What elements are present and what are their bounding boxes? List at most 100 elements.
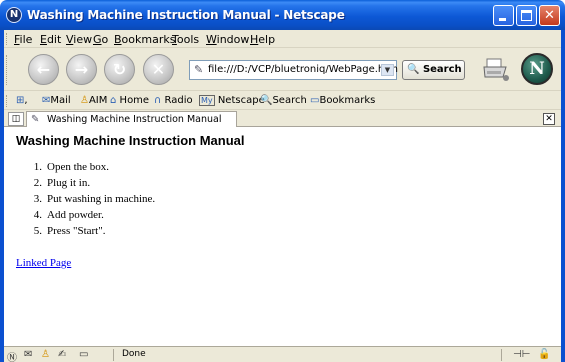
menu-label: ools <box>176 33 200 46</box>
search-link[interactable]: 🔍Search <box>260 95 307 106</box>
address-book-icon[interactable]: ▭ <box>79 349 88 360</box>
search-icon: 🔍 <box>260 95 273 106</box>
close-tab-button[interactable]: ✕ <box>543 113 555 125</box>
stop-button[interactable]: ✕ <box>143 54 174 85</box>
home-button[interactable]: ⌂ Home <box>110 95 149 106</box>
personal-toolbar: ⊞, ✉Mail ♙AIM ⌂ Home ∩ Radio My Netscape… <box>4 92 561 110</box>
aim-icon[interactable]: ♙ <box>41 349 50 360</box>
page-proxy-icon[interactable]: ✎ <box>194 63 203 76</box>
access-key: G <box>93 33 102 46</box>
step-text: Add powder. <box>47 209 104 221</box>
menu-go[interactable]: Go <box>93 33 108 46</box>
minimize-button[interactable] <box>493 5 514 26</box>
maximize-button[interactable] <box>516 5 537 26</box>
page-content: Washing Machine Instruction Manual 1. Ope… <box>4 127 561 346</box>
search-link-label: Search <box>272 95 307 106</box>
url-dropdown-button[interactable]: ▼ <box>381 64 394 76</box>
step-number: 5. <box>33 225 42 237</box>
list-item: 4. Add powder. <box>26 209 155 225</box>
menu-label: iew <box>73 33 93 46</box>
menu-tools[interactable]: Tools <box>172 33 199 46</box>
maximize-icon <box>521 10 532 21</box>
menu-label: ookmarks <box>121 33 176 46</box>
step-number: 2. <box>33 177 42 189</box>
online-status-icon[interactable]: ⊣⊢ <box>513 349 530 360</box>
close-button[interactable]: ✕ <box>539 5 560 26</box>
linked-page-link[interactable]: Linked Page <box>16 257 71 269</box>
access-key: B <box>114 33 122 46</box>
menu-bookmarks[interactable]: Bookmarks <box>114 33 175 46</box>
close-icon: ✕ <box>544 8 555 23</box>
menu-label: indow <box>216 33 250 46</box>
new-tab-button[interactable]: ◫ <box>8 112 24 126</box>
bookmarks-label: Bookmarks <box>319 95 376 106</box>
step-text: Plug it in. <box>47 177 91 189</box>
netscape-icon[interactable]: N <box>6 7 22 23</box>
print-icon[interactable] <box>481 57 511 83</box>
netscape-button[interactable]: My Netscape <box>199 95 265 106</box>
home-icon: ⌂ <box>110 95 117 106</box>
list-item: 3. Put washing in machine. <box>26 193 155 209</box>
page-heading: Washing Machine Instruction Manual <box>16 133 245 148</box>
chevron-down-icon: ▼ <box>384 66 391 74</box>
composer-icon[interactable]: ✍ <box>58 349 66 360</box>
list-item: 1. Open the box. <box>26 161 155 177</box>
reload-icon: ↻ <box>112 60 127 79</box>
search-button-label: Search <box>422 64 462 75</box>
new-tab-icon: ◫ <box>11 114 21 124</box>
menu-help[interactable]: Help <box>250 33 275 46</box>
menu-view[interactable]: View <box>66 33 92 46</box>
step-number: 3. <box>33 193 42 205</box>
radio-label: Radio <box>164 95 193 106</box>
toolbar-grip[interactable] <box>6 95 9 107</box>
security-lock-icon[interactable]: 🔓 <box>538 349 550 360</box>
step-text: Put washing in machine. <box>47 193 156 205</box>
forward-button[interactable]: → <box>66 54 97 85</box>
url-text[interactable]: file:///D:/VCP/bluetroniq/WebPage.htm <box>208 64 398 75</box>
aim-button[interactable]: ♙AIM <box>80 95 107 106</box>
step-text: Press "Start". <box>47 225 106 237</box>
status-divider <box>113 349 114 361</box>
reload-button[interactable]: ↻ <box>104 54 135 85</box>
aim-label: AIM <box>88 95 108 106</box>
back-button[interactable]: ← <box>28 54 59 85</box>
back-icon: ← <box>36 60 51 79</box>
mail-label: Mail <box>50 95 71 106</box>
title-bar[interactable]: N Washing Machine Instruction Manual - N… <box>0 0 565 30</box>
netscape-logo[interactable]: N <box>521 53 553 85</box>
menu-label: o <box>101 33 109 46</box>
search-button[interactable]: 🔍 Search <box>402 60 465 80</box>
home-label: Home <box>119 95 150 106</box>
radio-button[interactable]: ∩ Radio <box>154 95 193 106</box>
window-title: Washing Machine Instruction Manual - Net… <box>27 8 345 22</box>
aim-icon: ♙ <box>80 95 89 106</box>
tab-active[interactable]: ✎ Washing Machine Instruction Manual <box>26 111 237 128</box>
bookmarks-folder[interactable]: ▭Bookmarks <box>310 95 375 106</box>
menu-edit[interactable]: Edit <box>40 33 61 46</box>
status-divider <box>501 349 502 361</box>
toolbar-grip[interactable] <box>6 55 9 85</box>
menu-bar: File Edit View Go Bookmarks Tools Window… <box>4 30 561 48</box>
tab-label: Washing Machine Instruction Manual <box>47 114 222 125</box>
netscape-status-icon[interactable]: Ⓝ <box>7 349 17 362</box>
tab-bar: ◫ ✎ Washing Machine Instruction Manual ✕ <box>4 111 561 128</box>
status-text: Done <box>122 349 146 359</box>
url-bar[interactable]: ✎ file:///D:/VCP/bluetroniq/WebPage.htm … <box>189 60 398 80</box>
sidebar-icon: ⊞ <box>16 95 25 106</box>
page-icon: ✎ <box>31 114 40 125</box>
toolbar-grip[interactable] <box>6 33 9 45</box>
mail-icon[interactable]: ✉ <box>24 349 32 360</box>
stop-icon: ✕ <box>151 60 166 79</box>
headphones-icon: ∩ <box>154 95 162 106</box>
menu-file[interactable]: File <box>14 33 32 46</box>
netscape-label: Netscape <box>217 95 265 106</box>
access-key: E <box>40 33 47 46</box>
list-item: 2. Plug it in. <box>26 177 155 193</box>
step-number: 4. <box>33 209 42 221</box>
my-netscape-icon: My <box>199 95 215 106</box>
mail-button[interactable]: ✉Mail <box>42 95 71 106</box>
search-icon: 🔍 <box>407 64 420 75</box>
menu-label: dit <box>46 33 62 46</box>
menu-window[interactable]: Window <box>206 33 249 46</box>
sidebar-toggle-button[interactable]: ⊞, <box>16 95 28 106</box>
